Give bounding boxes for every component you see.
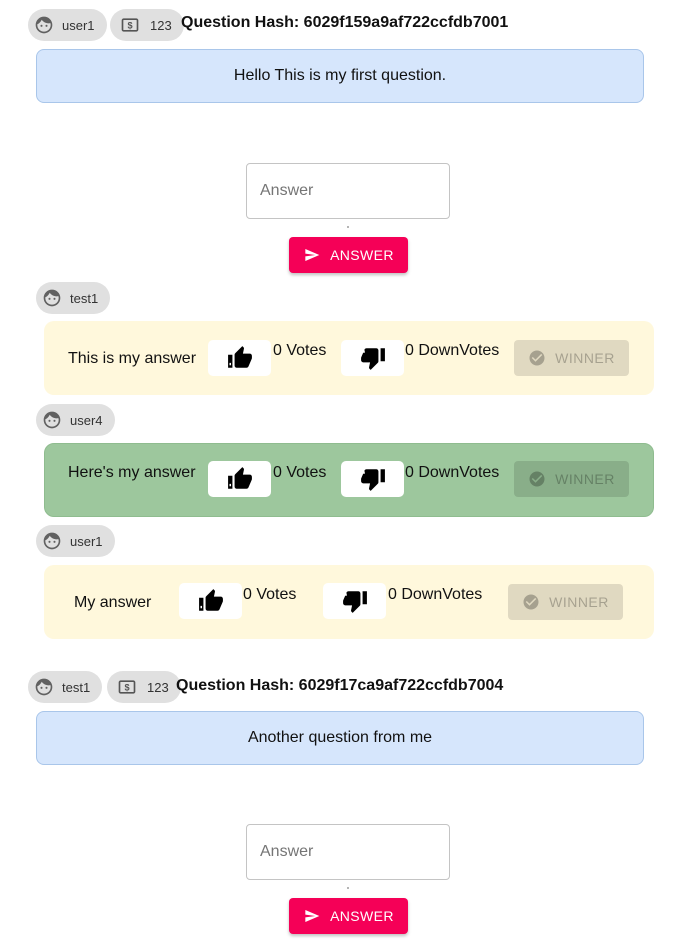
answer-text: This is my answer [68,350,197,367]
downvote-button[interactable] [323,583,386,619]
user-name: test1 [62,679,91,695]
send-icon [305,249,320,261]
user-chip[interactable]: test1 [28,671,103,703]
downvote-count: 0 DownVotes [388,586,483,603]
answer-button-label: ANSWER [330,247,394,263]
answer-field[interactable] [246,824,450,880]
dollar-box-icon: $ [117,677,137,697]
face-icon [42,531,62,551]
divider-dot [347,226,349,228]
thumb-down-icon [360,348,385,370]
face-icon [34,677,54,697]
question-text: Hello This is my first question. [233,67,447,84]
check-circle-icon [529,350,545,366]
downvote-button[interactable] [341,340,404,376]
dollar-amount: 123 [150,17,172,33]
face-icon [34,15,54,35]
vote-count: 0 Votes [273,464,327,481]
answer-card: My answer 0 Votes 0 DownVotes WINNER [44,565,654,639]
user-chip[interactable]: test1 [36,282,111,314]
question-hash: Question Hash: 6029f159a9af722ccfdb7001 [181,14,509,31]
thumb-up-icon [198,589,223,611]
thumb-down-icon [360,469,385,491]
downvote-button[interactable] [341,461,404,497]
dollar-box-icon: $ [120,15,140,35]
thumb-down-icon [342,591,367,613]
answer-input[interactable] [247,164,449,218]
winner-button[interactable]: WINNER [514,461,629,497]
check-circle-icon [523,594,539,610]
divider-dot [347,887,349,889]
thumb-up-icon [227,467,252,489]
upvote-button[interactable] [208,340,271,376]
user-name: test1 [70,290,99,306]
answer-field[interactable] [246,163,450,219]
user-name: user4 [70,412,103,428]
upvote-button[interactable] [208,461,271,497]
face-icon [42,288,62,308]
send-icon [305,910,320,922]
user-chip[interactable]: user1 [36,525,115,557]
winner-label: WINNER [549,594,609,610]
svg-text:$: $ [124,682,129,692]
user-name: user1 [70,533,103,549]
user-chip[interactable]: user1 [28,9,107,41]
question-text-box: Hello This is my first question. [36,49,644,103]
face-icon [42,410,62,430]
dollar-amount: 123 [147,679,169,695]
answer-button[interactable]: ANSWER [289,237,408,273]
user-chip[interactable]: user4 [36,404,115,436]
thumb-up-icon [227,346,252,368]
winner-label: WINNER [555,471,615,487]
answer-button-label: ANSWER [330,908,394,924]
winner-label: WINNER [555,350,615,366]
answer-input[interactable] [247,825,449,879]
question-text-box: Another question from me [36,711,644,765]
upvote-button[interactable] [179,583,242,619]
user-name: user1 [62,17,95,33]
question-hash: Question Hash: 6029f17ca9af722ccfdb7004 [176,677,504,694]
answer-text: My answer [74,594,152,611]
downvote-count: 0 DownVotes [405,464,500,481]
downvote-count: 0 DownVotes [405,342,500,359]
answer-button[interactable]: ANSWER [289,898,408,934]
dollar-chip[interactable]: $ 123 [110,9,184,41]
winner-button[interactable]: WINNER [514,340,629,376]
answer-card: This is my answer 0 Votes 0 DownVotes WI… [44,321,654,395]
winner-button[interactable]: WINNER [508,584,623,620]
svg-text:$: $ [127,20,132,30]
vote-count: 0 Votes [273,342,327,359]
check-circle-icon [529,471,545,487]
answer-card: Here's my answer 0 Votes 0 DownVotes WIN… [44,443,654,517]
vote-count: 0 Votes [243,586,297,603]
question-text: Another question from me [247,729,433,746]
dollar-chip[interactable]: $ 123 [107,671,181,703]
answer-text: Here's my answer [68,464,196,481]
